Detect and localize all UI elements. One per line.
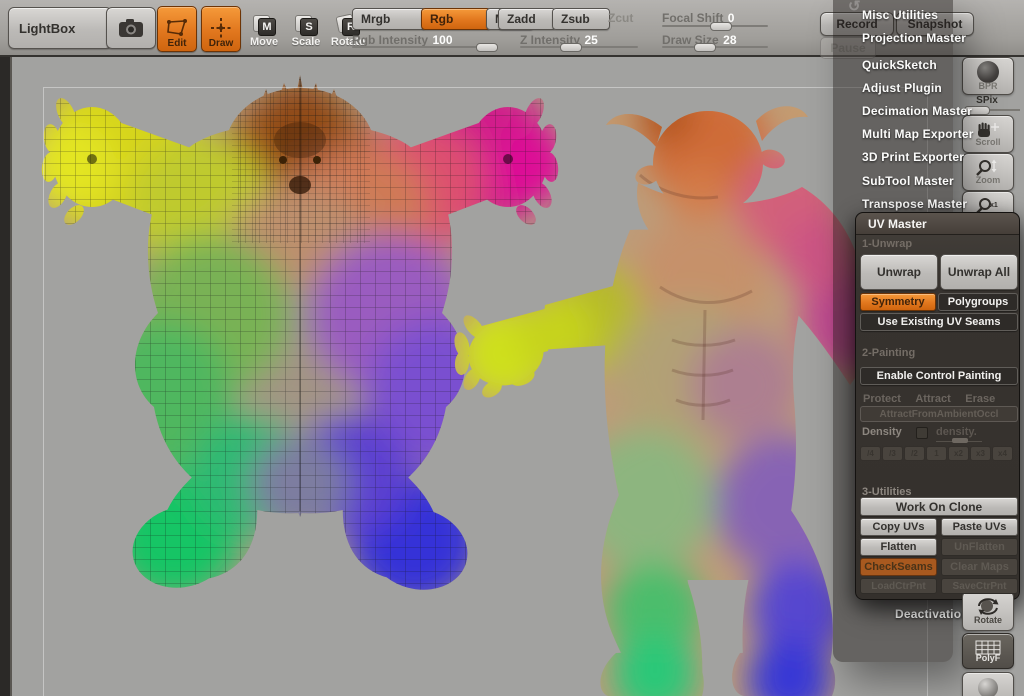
- zadd-button[interactable]: Zadd: [498, 8, 556, 30]
- savectrpnt-button[interactable]: SaveCtrPnt: [941, 578, 1018, 594]
- focal-shift-handle[interactable]: [710, 22, 732, 31]
- menu-item-decimation-master[interactable]: Decimation Master: [862, 104, 972, 118]
- rgb-button[interactable]: Rgb: [421, 8, 491, 30]
- edit-transpose-icon: [165, 18, 189, 38]
- move-label: Move: [250, 36, 278, 48]
- scale-icon: S: [295, 15, 317, 35]
- mrgb-button[interactable]: Mrgb: [352, 8, 426, 30]
- copy-uvs-button[interactable]: Copy UVs: [860, 518, 937, 536]
- menu-item-3d-print-exporter[interactable]: 3D Print Exporter: [862, 150, 964, 164]
- material-button[interactable]: [962, 672, 1014, 696]
- density-div2-button[interactable]: /2: [904, 446, 925, 461]
- protect-attract-erase-row: Protect Attract Erase: [863, 389, 995, 407]
- bpr-button[interactable]: BPR: [962, 57, 1014, 95]
- uv-master-title[interactable]: UV Master: [856, 213, 1019, 235]
- unwrap-all-button[interactable]: Unwrap All: [940, 254, 1018, 290]
- scale-button[interactable]: S Scale: [287, 6, 325, 50]
- attract-button[interactable]: Attract: [915, 393, 950, 405]
- attract-from-ambient-occl-button[interactable]: AttractFromAmbientOccl: [860, 406, 1018, 422]
- zcut-button[interactable]: Zcut: [608, 11, 633, 25]
- menu-item-adjust-plugin[interactable]: Adjust Plugin: [862, 81, 942, 95]
- section-painting-label: 2-Painting: [862, 347, 915, 359]
- menu-item-multi-map-exporter[interactable]: Multi Map Exporter: [862, 127, 974, 141]
- density-div3-button[interactable]: /3: [882, 446, 903, 461]
- camera-snapshot-button[interactable]: [106, 7, 156, 49]
- menu-item-deactivation[interactable]: Deactivation: [895, 607, 969, 621]
- unwrap-button[interactable]: Unwrap: [860, 254, 938, 290]
- section-unwrap-label: 1-Unwrap: [862, 238, 912, 250]
- svg-text:x1: x1: [990, 202, 998, 209]
- draw-label: Draw: [209, 38, 233, 49]
- density-div4-button[interactable]: /4: [860, 446, 881, 461]
- density-slider-label: density.: [936, 426, 977, 438]
- menu-item-misc-utilities[interactable]: Misc Utilities: [862, 8, 938, 22]
- flatten-button[interactable]: Flatten: [860, 538, 937, 556]
- checkseams-button[interactable]: CheckSeams: [860, 558, 937, 576]
- clear-maps-button[interactable]: Clear Maps: [941, 558, 1018, 576]
- polygroups-button[interactable]: Polygroups: [938, 293, 1018, 311]
- rotate-view-button[interactable]: Rotate: [962, 591, 1014, 631]
- draw-size-handle[interactable]: [694, 43, 716, 52]
- menu-item-projection-master[interactable]: Projection Master: [862, 31, 966, 45]
- density-slider-handle[interactable]: [952, 438, 968, 443]
- rotate-view-label: Rotate: [974, 615, 1002, 625]
- rotate-cycle-icon: [975, 597, 1001, 617]
- edit-label: Edit: [168, 38, 187, 49]
- left-tray-divider[interactable]: [0, 55, 12, 696]
- draw-button[interactable]: Draw: [201, 6, 241, 52]
- bpr-sphere-icon: [977, 61, 999, 83]
- paste-uvs-button[interactable]: Paste UVs: [941, 518, 1018, 536]
- scroll-label: Scroll: [975, 137, 1000, 147]
- menu-item-subtool-master[interactable]: SubTool Master: [862, 174, 954, 188]
- use-existing-uv-seams-button[interactable]: Use Existing UV Seams: [860, 313, 1018, 331]
- move-icon: M: [253, 15, 275, 35]
- loadctrpnt-button[interactable]: LoadCtrPnt: [860, 578, 937, 594]
- move-button[interactable]: M Move: [245, 6, 283, 50]
- scale-label: Scale: [292, 36, 321, 48]
- rgb-intensity-handle[interactable]: [476, 43, 498, 52]
- menu-item-transpose-master[interactable]: Transpose Master: [862, 197, 967, 211]
- density-x2-button[interactable]: x2: [948, 446, 969, 461]
- work-on-clone-button[interactable]: Work On Clone: [860, 497, 1018, 516]
- polyf-label: PolyF: [976, 653, 1001, 663]
- protect-button[interactable]: Protect: [863, 393, 901, 405]
- density-x3-button[interactable]: x3: [970, 446, 991, 461]
- polyf-button[interactable]: PolyF: [962, 633, 1014, 669]
- zsub-button[interactable]: Zsub: [552, 8, 610, 30]
- lightbox-button[interactable]: LightBox: [8, 7, 112, 49]
- document-frame: [43, 87, 928, 696]
- edit-button[interactable]: Edit: [157, 6, 197, 52]
- unflatten-button[interactable]: UnFlatten: [941, 538, 1018, 556]
- density-label: Density: [862, 426, 902, 438]
- zbrush-window: BPR SPix Scroll Zoom: [0, 0, 1024, 696]
- draw-crosshair-icon: [209, 18, 233, 38]
- density-1-button[interactable]: 1: [926, 446, 947, 461]
- density-x4-button[interactable]: x4: [992, 446, 1013, 461]
- camera-icon: [118, 18, 144, 38]
- enable-control-painting-button[interactable]: Enable Control Painting: [860, 367, 1018, 385]
- erase-button[interactable]: Erase: [965, 393, 995, 405]
- zoom-button[interactable]: Zoom: [962, 153, 1014, 191]
- menu-item-quicksketch[interactable]: QuickSketch: [862, 58, 937, 72]
- z-intensity-handle[interactable]: [560, 43, 582, 52]
- zoom-label: Zoom: [976, 175, 1001, 185]
- density-checkbox[interactable]: [916, 427, 928, 439]
- bpr-label: BPR: [978, 81, 997, 91]
- symmetry-button[interactable]: Symmetry: [860, 293, 936, 311]
- material-sphere-icon: [978, 678, 998, 696]
